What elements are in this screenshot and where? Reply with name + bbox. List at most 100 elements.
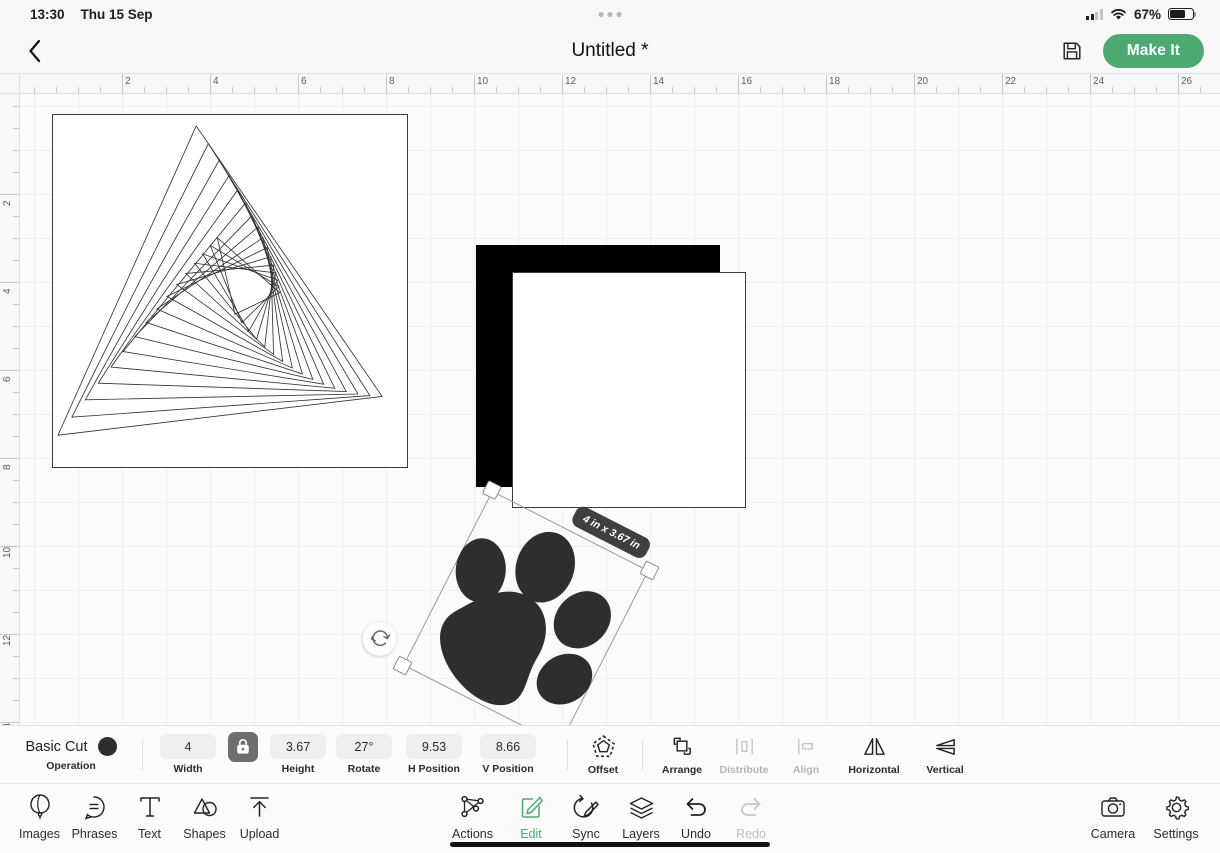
h-position-value[interactable]: 9.53 <box>406 734 462 759</box>
nav-layers[interactable]: Layers <box>614 792 669 841</box>
ruler-h-minor-tick <box>364 87 365 93</box>
ruler-h-label: 4 <box>213 76 219 87</box>
canvas-grid[interactable]: 4 in x 3.67 in <box>20 94 1220 725</box>
nav-settings[interactable]: Settings <box>1144 792 1208 841</box>
operation-group[interactable]: Basic Cut Operation <box>12 737 130 772</box>
edit-pencil-square-icon <box>518 792 544 822</box>
ruler-v-minor-tick <box>13 216 19 217</box>
ruler-v-tick <box>0 634 19 635</box>
operation-color-swatch[interactable] <box>97 737 117 756</box>
v-position-field[interactable]: 8.66 V Position <box>471 734 545 775</box>
ruler-h-minor-tick <box>320 87 321 93</box>
nav-sync[interactable]: Sync <box>559 792 614 841</box>
nav-camera-label: Camera <box>1090 827 1136 841</box>
ruler-v-minor-tick <box>13 480 19 481</box>
save-floppy-icon <box>1063 41 1081 60</box>
ruler-h-minor-tick <box>672 87 673 93</box>
rotate-value[interactable]: 27° <box>336 734 392 759</box>
height-value[interactable]: 3.67 <box>270 734 326 759</box>
ruler-h-minor-tick <box>782 87 783 93</box>
v-position-value[interactable]: 8.66 <box>480 734 536 759</box>
ruler-v-label: 14 <box>2 723 13 725</box>
ruler-h-minor-tick <box>100 87 101 93</box>
width-label: Width <box>173 763 203 775</box>
nav-shapes[interactable]: Shapes <box>177 792 232 841</box>
multitask-dots[interactable] <box>598 11 622 17</box>
align-button: Align <box>775 734 837 776</box>
ruler-v-minor-tick <box>13 260 19 261</box>
ruler-h-label: 2 <box>125 76 131 87</box>
ruler-h-tick <box>210 74 211 93</box>
nav-text[interactable]: Text <box>122 792 177 841</box>
nav-text-label: Text <box>138 827 161 841</box>
app-header: Untitled * Make It <box>0 28 1220 74</box>
nav-center-group: Actions Edit Sync Layers Undo Redo <box>442 792 779 841</box>
back-button[interactable] <box>16 32 54 70</box>
ruler-h-minor-tick <box>716 87 717 93</box>
nav-phrases-label: Phrases <box>71 827 118 841</box>
ruler-v-label: 6 <box>2 376 13 382</box>
arrange-layers-icon <box>670 734 695 760</box>
lock-closed-icon <box>237 739 249 754</box>
ruler-v-minor-tick <box>13 172 19 173</box>
ruler-h-label: 6 <box>301 76 307 87</box>
balloon-icon <box>27 792 53 822</box>
nav-camera[interactable]: Camera <box>1082 792 1144 841</box>
ruler-v-label: 8 <box>2 464 13 470</box>
flip-horizontal-button[interactable]: Horizontal <box>837 734 911 776</box>
operation-label: Operation <box>46 760 96 772</box>
ruler-h-minor-tick <box>188 87 189 93</box>
ruler-h-tick <box>738 74 739 93</box>
ruler-h-minor-tick <box>606 87 607 93</box>
nav-redo: Redo <box>724 792 779 841</box>
ruler-v-minor-tick <box>13 590 19 591</box>
rotate-label: Rotate <box>347 763 381 775</box>
home-indicator[interactable] <box>450 842 770 847</box>
nav-upload[interactable]: Upload <box>232 792 287 841</box>
width-field[interactable]: 4 Width <box>155 734 221 775</box>
flip-vertical-button[interactable]: Vertical <box>911 734 979 776</box>
make-it-button[interactable]: Make It <box>1102 33 1204 68</box>
nav-actions-label: Actions <box>452 827 493 841</box>
ruler-h-minor-tick <box>342 87 343 93</box>
paw-print-selection[interactable]: 4 in x 3.67 in <box>356 479 660 725</box>
gear-icon <box>1163 792 1190 822</box>
offset-button[interactable]: Offset <box>572 734 634 776</box>
rotate-handle[interactable] <box>356 615 403 662</box>
nav-actions[interactable]: Actions <box>442 792 504 841</box>
nav-edit[interactable]: Edit <box>504 792 559 841</box>
ruler-h-minor-tick <box>56 87 57 93</box>
save-button[interactable] <box>1057 36 1087 66</box>
offset-label: Offset <box>587 763 619 776</box>
nav-undo[interactable]: Undo <box>669 792 724 841</box>
ruler-v-tick <box>0 194 19 195</box>
arrange-button[interactable]: Arrange <box>651 734 713 776</box>
nav-layers-label: Layers <box>622 827 660 841</box>
offset-pentagon-icon <box>591 734 616 760</box>
triangle-spiral-art[interactable] <box>52 114 408 468</box>
width-value[interactable]: 4 <box>160 734 216 759</box>
vertical-ruler: 2 4 6 8 10 12 14 <box>0 74 20 725</box>
ruler-v-minor-tick <box>13 238 19 239</box>
ruler-h-minor-tick <box>232 87 233 93</box>
distribute-button: Distribute <box>713 734 775 776</box>
nav-phrases[interactable]: Phrases <box>67 792 122 841</box>
nav-images[interactable]: Images <box>12 792 67 841</box>
operation-value[interactable]: Basic Cut <box>25 739 87 755</box>
rotate-field[interactable]: 27° Rotate <box>331 734 397 775</box>
height-field[interactable]: 3.67 Height <box>265 734 331 775</box>
speech-bubble-icon <box>81 792 108 822</box>
ruler-h-label: 26 <box>1181 76 1193 87</box>
flip-vertical-icon <box>932 734 959 760</box>
ruler-v-tick <box>0 546 19 547</box>
ruler-h-minor-tick <box>276 87 277 93</box>
undo-arrow-icon <box>683 792 710 822</box>
white-square[interactable] <box>512 272 746 508</box>
nav-redo-label: Redo <box>736 827 766 841</box>
h-position-label: H Position <box>408 763 460 775</box>
ruler-h-tick <box>474 74 475 93</box>
aspect-lock-button[interactable] <box>228 731 258 762</box>
h-position-field[interactable]: 9.53 H Position <box>397 734 471 775</box>
nav-sync-label: Sync <box>572 827 600 841</box>
canvas-area[interactable]: 4 in x 3.67 in 2 4 6 8 10 12 14 16 18 20 22 24 26 24… <box>0 74 1220 725</box>
